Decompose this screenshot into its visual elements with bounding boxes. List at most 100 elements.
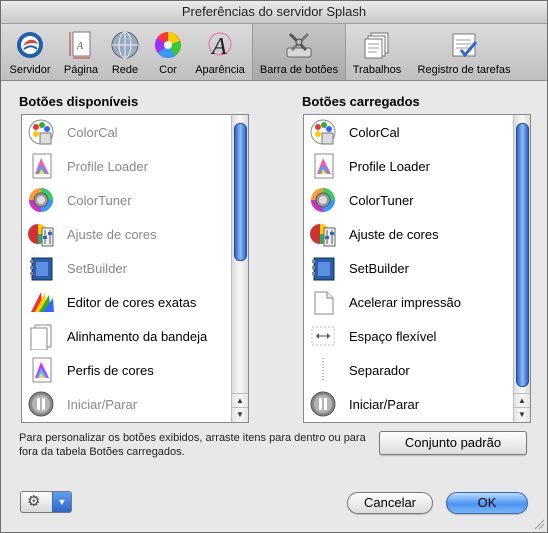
tab-trabalhos[interactable]: Trabalhos xyxy=(346,24,408,80)
loaded-buttons-title: Botões carregados xyxy=(302,94,420,109)
svg-text:A: A xyxy=(210,34,227,60)
ok-button[interactable]: OK xyxy=(446,492,528,514)
tab-rede[interactable]: Rede xyxy=(105,24,145,80)
chevron-down-icon: ▼ xyxy=(52,492,71,512)
list-item-label: Editor de cores exatas xyxy=(67,295,197,310)
tab-pagina[interactable]: A Página xyxy=(59,24,103,80)
list-item[interactable]: Alinhamento da bandeja xyxy=(22,319,231,353)
list-item-label: Profile Loader xyxy=(67,159,148,174)
list-item-label: Espaço flexível xyxy=(349,329,437,344)
colortuner-icon xyxy=(29,188,53,212)
list-item[interactable]: Ajuste de cores xyxy=(304,217,513,251)
preferences-toolbar: Servidor A Página Rede Cor A Aparência B… xyxy=(1,24,547,81)
scroll-down-arrow-icon[interactable]: ▼ xyxy=(232,407,248,422)
setbuilder-icon xyxy=(30,257,53,281)
cancel-button[interactable]: Cancelar xyxy=(347,492,433,514)
tab-label: Barra de botões xyxy=(259,64,339,76)
scroll-up-arrow-icon[interactable]: ▲ xyxy=(514,393,530,408)
available-scrollbar[interactable]: ▲ ▼ xyxy=(231,115,248,422)
list-item-label: SetBuilder xyxy=(349,261,409,276)
list-item-label: Iniciar/Parar xyxy=(349,397,420,412)
tab-registro-de-tarefas[interactable]: Registro de tarefas xyxy=(410,24,518,80)
list-item-label: ColorTuner xyxy=(349,193,414,208)
loaded-scrollbar[interactable]: ▲ ▼ xyxy=(513,115,530,422)
list-item-label: Ajuste de cores xyxy=(67,227,157,242)
help-text: Para personalizar os botões exibidos, ar… xyxy=(19,432,366,458)
start-stop-icon xyxy=(310,391,336,417)
list-item[interactable]: ColorTuner xyxy=(22,183,231,217)
list-item[interactable]: Profile Loader xyxy=(22,149,231,183)
tab-label: Cor xyxy=(159,64,177,76)
tray-alignment-icon xyxy=(30,324,52,350)
jobs-icon xyxy=(364,32,389,59)
list-item-label: ColorCal xyxy=(349,125,400,140)
profile-loader-icon xyxy=(32,153,52,179)
tab-label: Servidor xyxy=(9,64,51,76)
list-item-label: Perfis de cores xyxy=(67,363,154,378)
loaded-buttons-list[interactable]: ColorCal Profile Loader ColorTuner Ajuste d… xyxy=(303,114,531,423)
list-item[interactable]: Espaço flexível xyxy=(304,319,513,353)
tab-label: Rede xyxy=(111,64,139,76)
tab-aparencia[interactable]: A Aparência xyxy=(191,24,249,80)
spot-color-editor-icon xyxy=(31,292,54,312)
list-item-label: SetBuilder xyxy=(67,261,127,276)
action-menu-button[interactable]: ⚙ ▼ xyxy=(20,491,72,513)
tab-barra-de-botoes[interactable]: Barra de botões xyxy=(252,24,346,80)
tab-cor[interactable]: Cor xyxy=(147,24,189,80)
colortuner-icon xyxy=(311,188,335,212)
tab-label: Aparência xyxy=(195,64,245,76)
list-item-label: Profile Loader xyxy=(349,159,430,174)
available-buttons-title: Botões disponíveis xyxy=(19,94,139,109)
list-item[interactable]: Iniciar/Parar xyxy=(304,387,513,421)
available-buttons-list[interactable]: ColorCal Profile Loader ColorTuner Ajuste d… xyxy=(21,114,249,423)
list-item[interactable]: ColorCal xyxy=(22,115,231,149)
available-rows: ColorCal Profile Loader ColorTuner Ajuste d… xyxy=(22,115,231,422)
list-item[interactable]: Iniciar/Parar xyxy=(22,387,231,421)
default-set-button[interactable]: Conjunto padrão xyxy=(379,431,527,455)
setbuilder-icon xyxy=(312,257,335,281)
color-wheel-icon xyxy=(155,32,181,58)
list-item[interactable]: ColorCal xyxy=(304,115,513,149)
separator-icon xyxy=(322,358,324,382)
start-stop-icon xyxy=(28,391,54,417)
list-item[interactable]: Separador xyxy=(304,353,513,387)
toolbar-buttons-icon xyxy=(286,32,312,58)
scroll-up-arrow-icon[interactable]: ▲ xyxy=(232,393,248,408)
profile-loader-icon xyxy=(314,153,334,179)
list-item-label: Separador xyxy=(349,363,410,378)
colorcal-icon xyxy=(310,119,336,145)
page-icon: A xyxy=(69,31,91,59)
task-log-icon xyxy=(452,33,478,58)
loaded-scroll-thumb[interactable] xyxy=(516,123,529,387)
list-item-label: Alinhamento da bandeja xyxy=(67,329,208,344)
scroll-down-arrow-icon[interactable]: ▼ xyxy=(514,407,530,422)
list-item[interactable]: SetBuilder xyxy=(22,251,231,285)
list-item-label: Iniciar/Parar xyxy=(67,397,138,412)
gear-icon: ⚙ xyxy=(27,493,41,510)
color-profiles-icon xyxy=(32,357,52,383)
accelerate-print-icon xyxy=(314,291,334,315)
appearance-letter-a-icon: A xyxy=(208,32,232,60)
tab-label: Trabalhos xyxy=(352,64,402,76)
list-item[interactable]: ColorTuner xyxy=(304,183,513,217)
preferences-window: Preferências do servidor Splash Servidor… xyxy=(0,0,548,533)
list-item-label: Acelerar impressão xyxy=(349,295,461,310)
list-item[interactable]: Profile Loader xyxy=(304,149,513,183)
list-item[interactable]: SetBuilder xyxy=(304,251,513,285)
resize-grip-icon[interactable] xyxy=(534,519,545,530)
available-scroll-thumb[interactable] xyxy=(234,123,247,261)
server-icon xyxy=(17,32,43,58)
color-adjust-icon xyxy=(310,224,336,247)
list-item[interactable]: Ajuste de cores xyxy=(22,217,231,251)
list-item[interactable]: Acelerar impressão xyxy=(304,285,513,319)
colorcal-icon xyxy=(28,119,54,145)
list-item[interactable]: Editor de cores exatas xyxy=(22,285,231,319)
color-adjust-icon xyxy=(28,224,54,247)
loaded-rows: ColorCal Profile Loader ColorTuner Ajuste d… xyxy=(304,115,513,422)
tab-label: Página xyxy=(63,64,99,76)
list-item[interactable]: Perfis de cores xyxy=(22,353,231,387)
list-item-label: ColorTuner xyxy=(67,193,132,208)
tab-servidor[interactable]: Servidor xyxy=(3,24,57,80)
network-globe-icon xyxy=(111,31,139,59)
list-item-label: Ajuste de cores xyxy=(349,227,439,242)
